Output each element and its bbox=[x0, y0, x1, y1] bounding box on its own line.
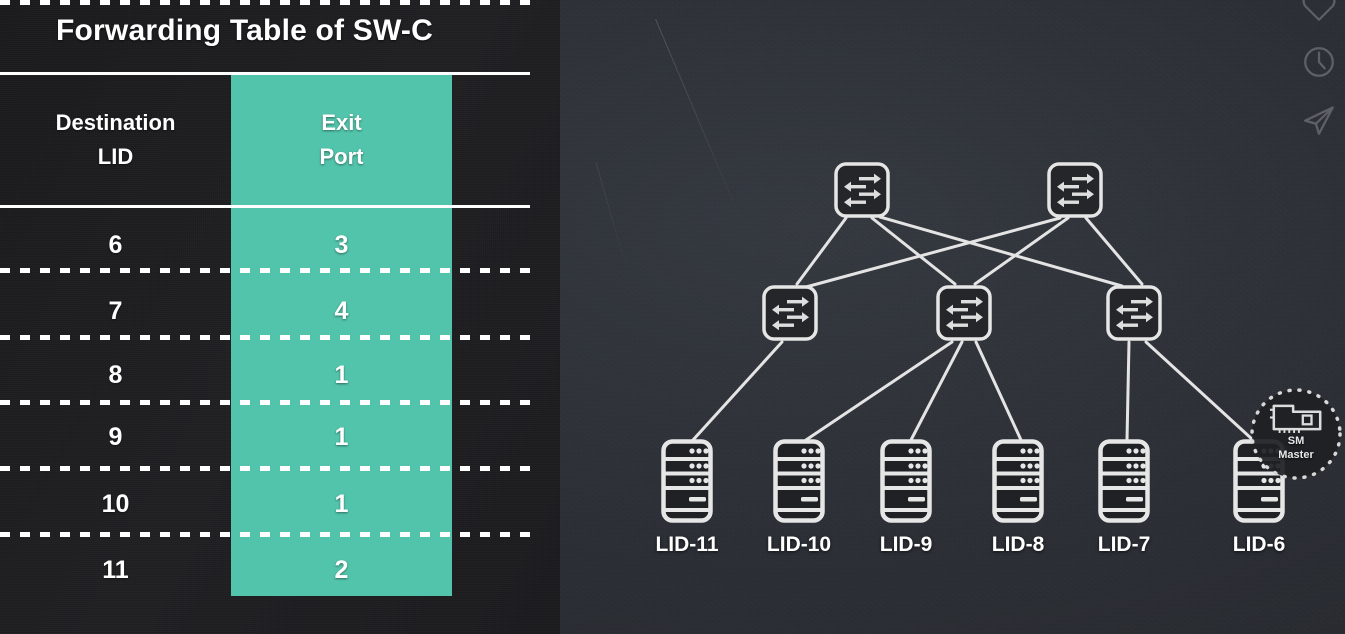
sm-master-label: SM Master bbox=[1266, 434, 1326, 462]
table-header-rule bbox=[0, 205, 530, 208]
column-header-destination-lid-line1: Destination bbox=[55, 110, 176, 135]
table-cell-destination: 11 bbox=[102, 556, 129, 584]
page-title: Forwarding Table of SW-C bbox=[56, 14, 433, 47]
table-cell-destination: 6 bbox=[108, 231, 123, 259]
row-separator bbox=[0, 335, 530, 340]
send-icon[interactable] bbox=[1299, 100, 1339, 140]
table-cell-exit-port: 4 bbox=[334, 297, 349, 325]
row-separator bbox=[0, 466, 530, 471]
column-header-exit-port: Exit Port bbox=[231, 106, 452, 174]
server-label-lid-9: LID-9 bbox=[879, 533, 933, 556]
table-cell-destination: 7 bbox=[108, 297, 123, 325]
table-cell-destination: 10 bbox=[101, 490, 130, 518]
column-header-exit-port-line2: Port bbox=[319, 144, 364, 169]
table-top-rule bbox=[0, 72, 530, 75]
server-label-lid-11: LID-11 bbox=[655, 533, 719, 556]
heart-icon[interactable] bbox=[1299, 0, 1339, 26]
row-separator bbox=[0, 400, 530, 405]
column-header-destination-lid-line2: LID bbox=[97, 144, 134, 169]
clock-icon[interactable] bbox=[1299, 42, 1339, 82]
table-cell-destination: 8 bbox=[108, 361, 123, 389]
column-header-exit-port-line1: Exit bbox=[321, 110, 362, 135]
sm-master-label-line1: SM bbox=[1287, 435, 1305, 447]
column-header-destination-lid: Destination LID bbox=[0, 106, 231, 174]
table-cell-exit-port: 1 bbox=[334, 361, 349, 389]
table-cell-exit-port: 1 bbox=[334, 423, 349, 451]
table-cell-exit-port: 1 bbox=[334, 490, 349, 518]
server-label-lid-6: LID-6 bbox=[1232, 533, 1286, 556]
server-label-lid-10: LID-10 bbox=[766, 533, 832, 556]
table-cell-exit-port: 2 bbox=[334, 556, 349, 584]
server-label-lid-8: LID-8 bbox=[991, 533, 1045, 556]
table-cell-exit-port: 3 bbox=[334, 231, 349, 259]
row-separator bbox=[0, 532, 530, 537]
server-label-lid-7: LID-7 bbox=[1097, 533, 1151, 556]
row-separator bbox=[0, 268, 530, 273]
table-cell-destination: 9 bbox=[108, 423, 123, 451]
sm-master-label-line2: Master bbox=[1278, 449, 1314, 461]
slide-root: Forwarding Table of SW-C Destination LID… bbox=[0, 0, 1345, 634]
